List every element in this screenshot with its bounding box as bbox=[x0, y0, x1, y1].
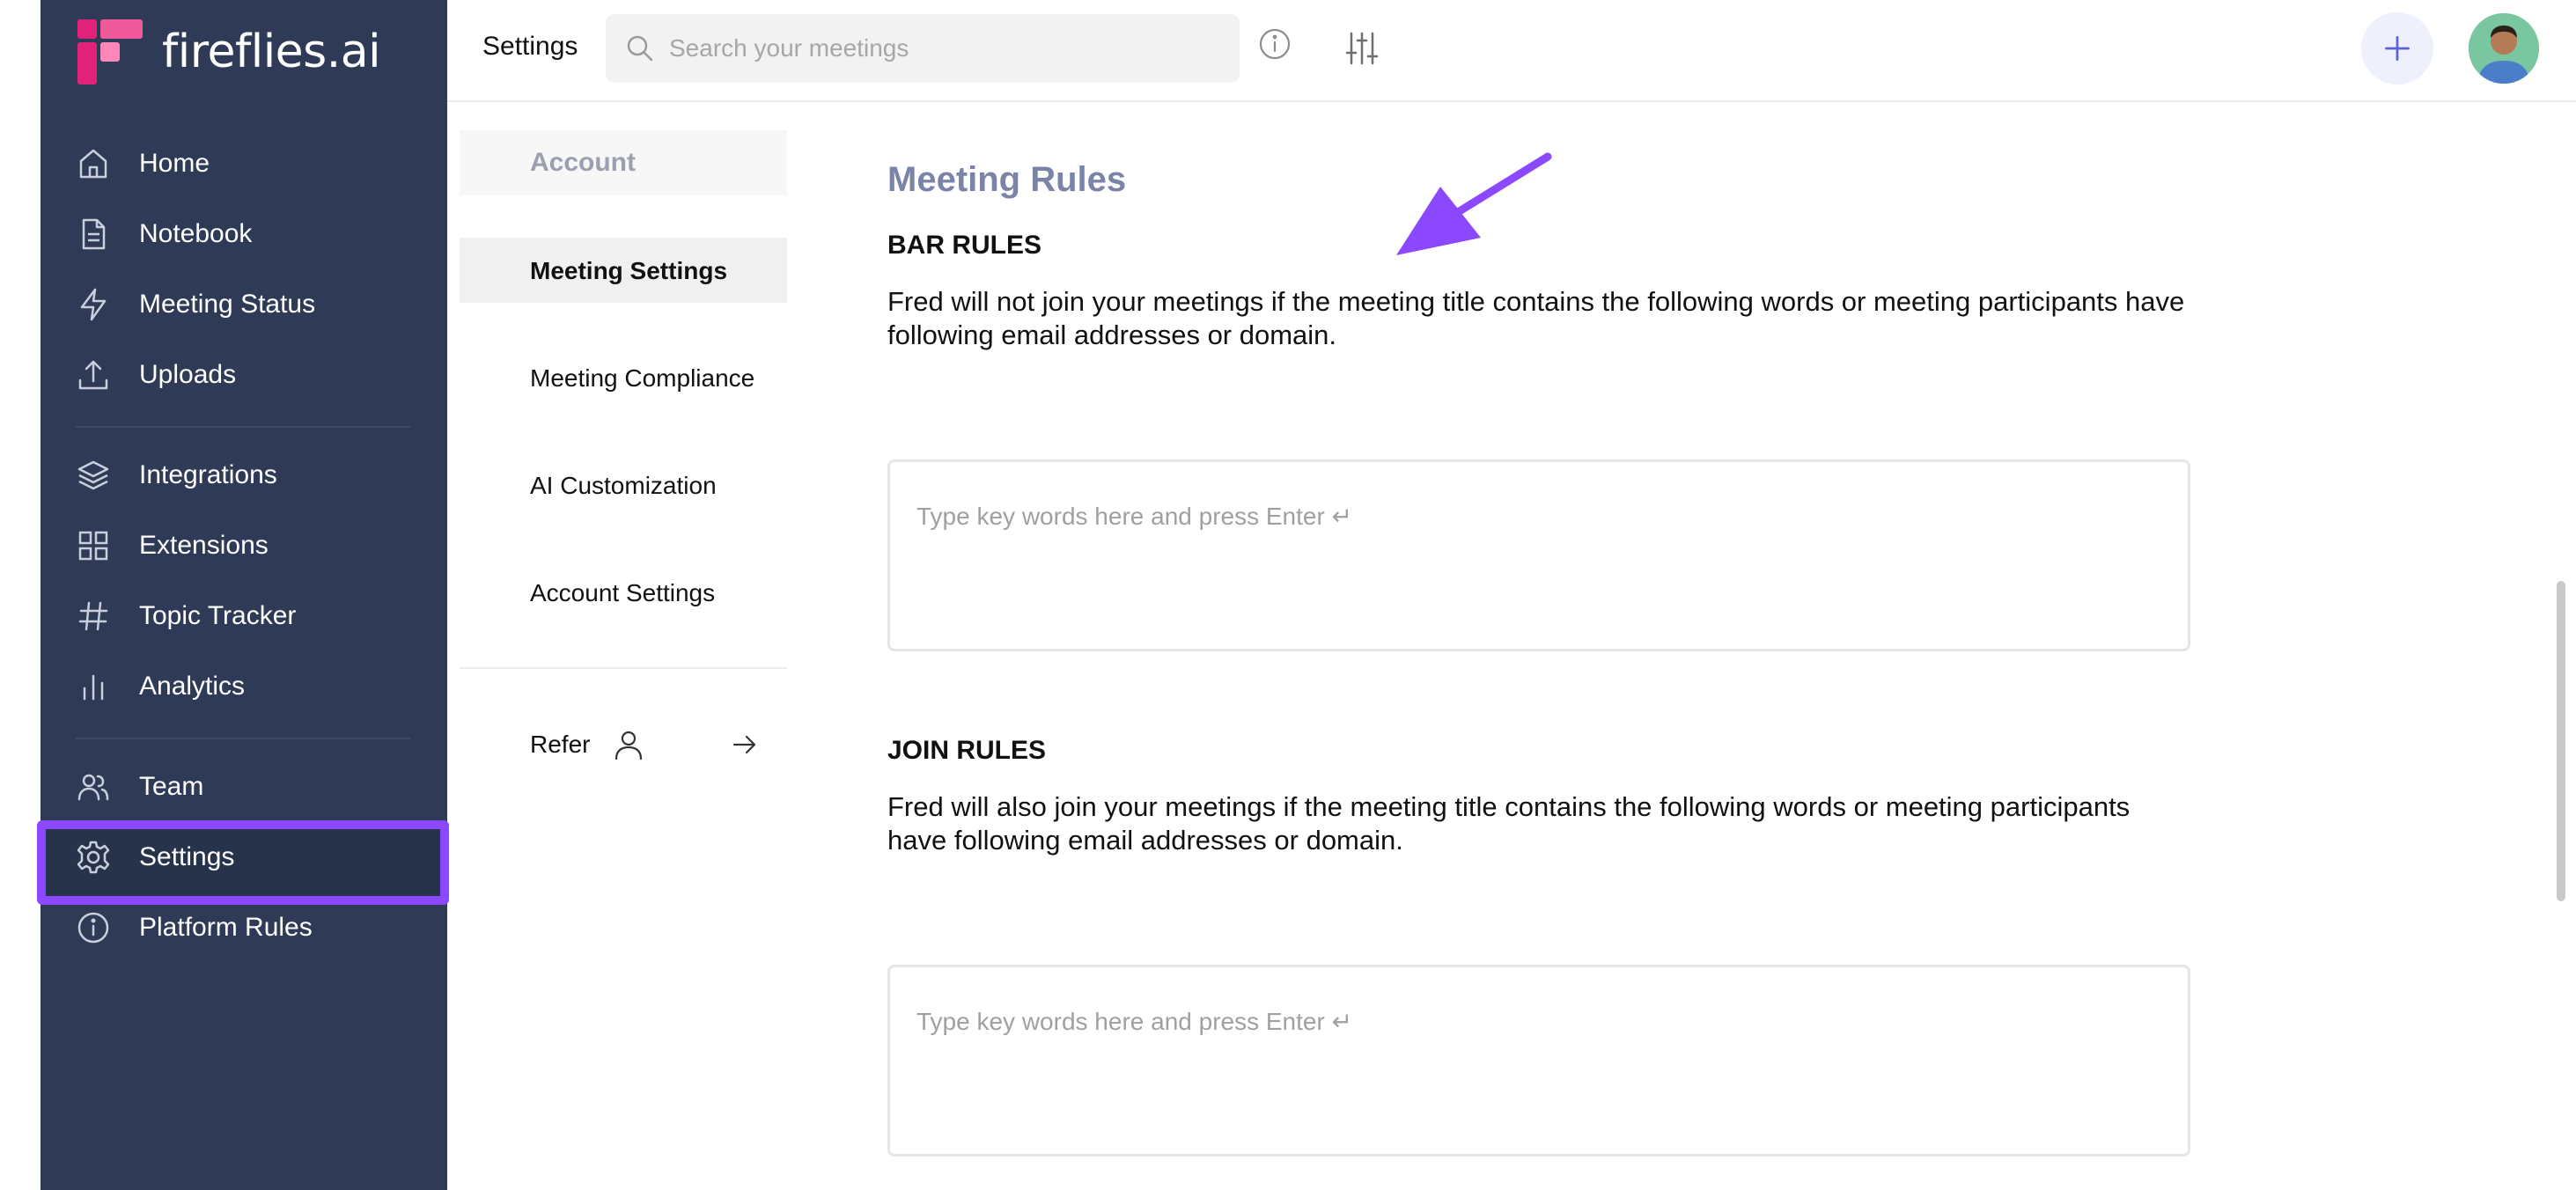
home-icon bbox=[76, 146, 111, 181]
fireflies-logo-icon bbox=[77, 19, 143, 84]
sidebar-item-label: Team bbox=[139, 772, 204, 801]
join-rules-keyword-box[interactable] bbox=[887, 965, 2190, 1157]
settings-nav-header[interactable]: Account bbox=[460, 130, 787, 195]
join-rules-keyword-input[interactable] bbox=[916, 1003, 2149, 1041]
sidebar-item-analytics[interactable]: Analytics bbox=[40, 651, 447, 722]
sidebar-item-label: Platform Rules bbox=[139, 913, 313, 942]
gear-icon bbox=[76, 840, 111, 875]
lightning-icon bbox=[76, 287, 111, 322]
search-icon bbox=[625, 33, 655, 63]
settings-nav-meeting-compliance[interactable]: Meeting Compliance bbox=[460, 345, 787, 410]
sidebar-item-label: Integrations bbox=[139, 460, 277, 489]
settings-nav-label: Meeting Settings bbox=[530, 257, 728, 284]
sidebar-item-uploads[interactable]: Uploads bbox=[40, 340, 447, 410]
sidebar-item-label: Extensions bbox=[139, 531, 269, 560]
users-icon bbox=[76, 769, 111, 804]
bar-chart-icon bbox=[76, 669, 111, 704]
annotation-arrow-icon bbox=[1396, 152, 1552, 255]
app-name: fireflies.ai bbox=[162, 26, 381, 78]
settings-nav-divider bbox=[460, 667, 787, 669]
sidebar-item-label: Meeting Status bbox=[139, 290, 316, 319]
layers-icon bbox=[76, 458, 111, 493]
upload-icon bbox=[76, 357, 111, 393]
bar-rules-keyword-box[interactable] bbox=[887, 459, 2190, 651]
plus-icon bbox=[2385, 36, 2410, 61]
sidebar-item-platform-rules[interactable]: Platform Rules bbox=[40, 892, 447, 963]
left-edge-strip bbox=[0, 0, 40, 1190]
sidebar-item-topic-tracker[interactable]: Topic Tracker bbox=[40, 581, 447, 651]
search-input[interactable] bbox=[669, 25, 1127, 72]
sidebar-item-extensions[interactable]: Extensions bbox=[40, 511, 447, 581]
refer-label: Refer bbox=[530, 731, 591, 758]
page-title: Settings bbox=[482, 32, 578, 61]
bar-rules-keyword-input[interactable] bbox=[916, 497, 2149, 536]
arrow-right-icon bbox=[729, 729, 761, 760]
sidebar-item-label: Notebook bbox=[139, 219, 253, 248]
sidebar-item-home[interactable]: Home bbox=[40, 129, 447, 199]
sidebar-item-label: Uploads bbox=[139, 360, 237, 389]
document-icon bbox=[76, 217, 111, 252]
scrollbar-thumb[interactable] bbox=[2557, 581, 2565, 901]
settings-nav-label: Account Settings bbox=[530, 579, 716, 606]
sidebar-divider bbox=[76, 738, 410, 739]
settings-nav-label: AI Customization bbox=[530, 472, 717, 499]
sliders-icon[interactable] bbox=[1343, 30, 1380, 67]
add-button[interactable] bbox=[2361, 12, 2433, 84]
sidebar-item-label: Analytics bbox=[139, 672, 246, 701]
join-rules-description: Fred will also join your meetings if the… bbox=[887, 791, 2131, 856]
settings-nav-header-label: Account bbox=[530, 148, 636, 177]
grid-icon bbox=[76, 528, 111, 563]
hash-icon bbox=[76, 599, 111, 634]
settings-nav-label: Meeting Compliance bbox=[530, 364, 755, 392]
bar-rules-heading: BAR RULES bbox=[887, 231, 1042, 260]
sidebar-item-team[interactable]: Team bbox=[40, 752, 447, 822]
sidebar-item-integrations[interactable]: Integrations bbox=[40, 440, 447, 511]
sidebar-item-label: Topic Tracker bbox=[139, 601, 297, 630]
top-bar: Settings bbox=[447, 0, 2576, 102]
search-bar[interactable] bbox=[606, 14, 1379, 83]
user-avatar-icon bbox=[2469, 13, 2539, 84]
meeting-rules-title: Meeting Rules bbox=[887, 160, 1127, 199]
refer-link[interactable]: Refer bbox=[460, 713, 787, 778]
join-rules-heading: JOIN RULES bbox=[887, 736, 1047, 765]
user-icon bbox=[611, 727, 646, 762]
settings-nav-meeting-settings[interactable]: Meeting Settings bbox=[460, 238, 787, 303]
sidebar-item-settings[interactable]: Settings bbox=[40, 822, 447, 892]
avatar[interactable] bbox=[2469, 13, 2539, 84]
sidebar: fireflies.ai Home Notebook Meeting Statu… bbox=[37, 0, 449, 1190]
info-icon bbox=[76, 910, 111, 945]
bar-rules-description: Fred will not join your meetings if the … bbox=[887, 286, 2185, 350]
info-icon[interactable] bbox=[1257, 26, 1292, 62]
app-logo[interactable]: fireflies.ai bbox=[77, 19, 381, 84]
sidebar-divider bbox=[76, 426, 410, 428]
sidebar-item-notebook[interactable]: Notebook bbox=[40, 199, 447, 269]
sidebar-item-label: Settings bbox=[139, 842, 235, 871]
sidebar-item-meeting-status[interactable]: Meeting Status bbox=[40, 269, 447, 340]
settings-nav-ai-customization[interactable]: AI Customization bbox=[460, 452, 787, 518]
settings-nav-account-settings[interactable]: Account Settings bbox=[460, 560, 787, 625]
sidebar-item-label: Home bbox=[139, 149, 210, 178]
